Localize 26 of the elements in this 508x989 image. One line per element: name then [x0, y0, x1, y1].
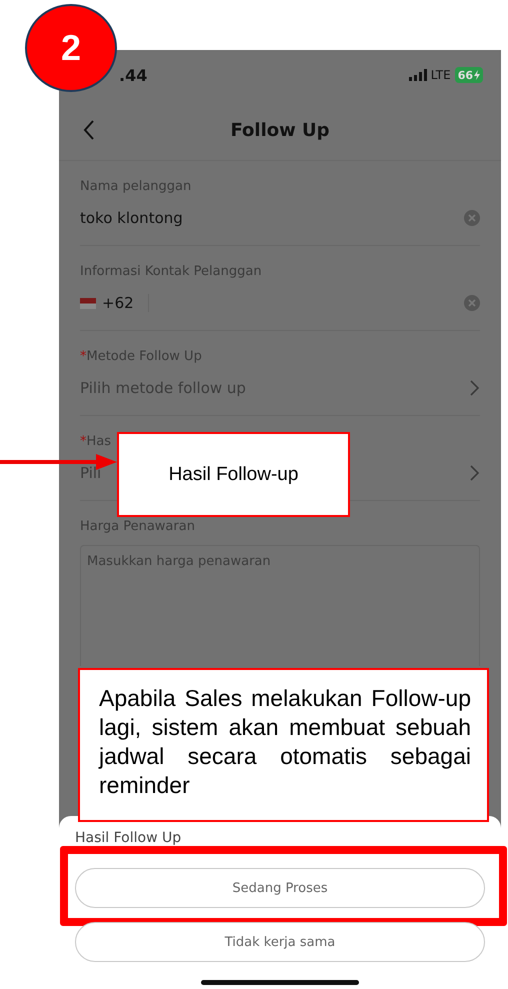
clear-icon[interactable]	[464, 295, 480, 311]
required-mark: *	[80, 348, 86, 364]
step-badge: 2	[25, 4, 117, 92]
option-button[interactable]: Sedang Proses	[75, 868, 485, 908]
field-label: Has	[86, 434, 112, 448]
network-label: LTE	[430, 68, 451, 82]
back-icon[interactable]	[83, 120, 95, 140]
field-label: Metode Follow Up	[86, 348, 202, 364]
flag-icon	[80, 298, 96, 308]
page-title: Follow Up	[230, 120, 330, 140]
option-button[interactable]: Tidak kerja sama	[75, 922, 485, 962]
required-mark: *	[80, 434, 86, 448]
status-time: .44	[119, 66, 148, 84]
callout-note: Apabila Sales melakukan Follow-up lagi, sistem akan membuat sebuah jadwal secara otomatis sebagai reminder	[78, 668, 489, 822]
callout-note: Hasil Follow-up	[117, 432, 350, 517]
field-label: Informasi Kontak Pelanggan	[80, 264, 262, 278]
battery-indicator: 66	[454, 67, 483, 83]
clear-icon[interactable]	[464, 210, 480, 226]
country-code[interactable]: +62	[102, 294, 134, 312]
chevron-right-icon	[470, 380, 480, 396]
signal-icon	[408, 69, 427, 81]
sheet-title: Hasil Follow Up	[75, 830, 182, 848]
input-field[interactable]: toko klontong	[80, 209, 458, 227]
chevron-right-icon	[470, 465, 480, 481]
field-label: Nama pelanggan	[80, 178, 192, 194]
field-label: Harga Penawaran	[80, 518, 195, 534]
